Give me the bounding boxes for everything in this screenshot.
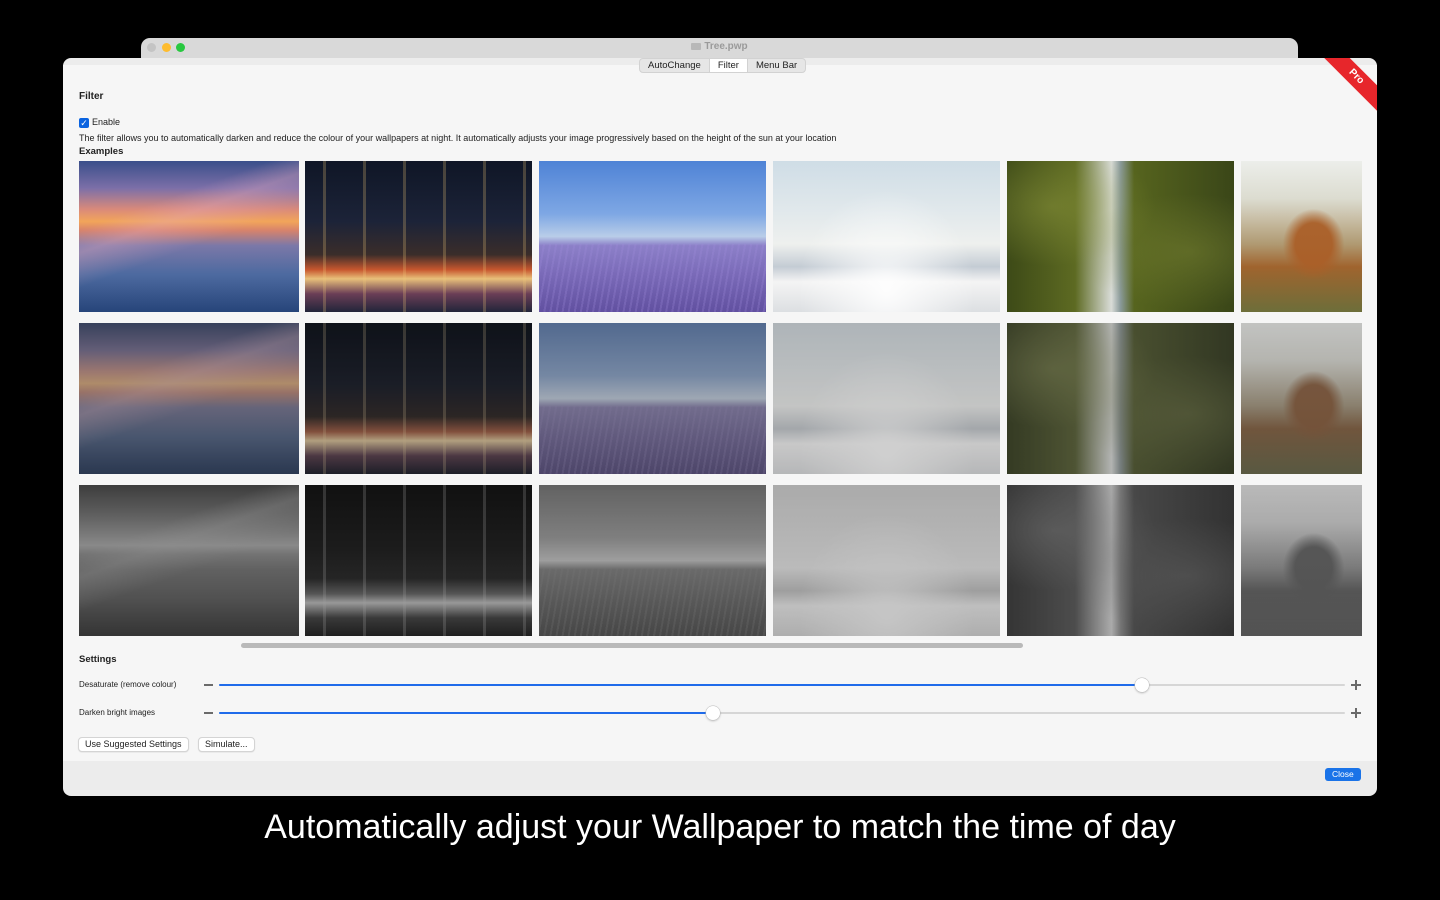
plus-icon — [1351, 680, 1361, 690]
desaturate-label: Desaturate (remove colour) — [79, 680, 177, 689]
tile-texture — [539, 568, 766, 636]
example-waterfall-canyon-fully-filtered — [1007, 485, 1234, 636]
darken-slider-row: Darken bright images — [79, 705, 1361, 721]
document-icon — [691, 42, 702, 50]
tile-texture — [305, 485, 532, 636]
example-lavender-field-fully-filtered — [539, 485, 766, 636]
tab-autochange[interactable]: AutoChange — [640, 59, 709, 72]
example-sunset-lake-original — [79, 161, 299, 312]
example-dog-flowers-original — [1241, 161, 1362, 312]
marketing-caption: Automatically adjust your Wallpaper to m… — [264, 808, 1176, 846]
tile-texture — [1007, 161, 1234, 312]
filter-panel: Filter ✓ Enable The filter allows you to… — [63, 65, 1377, 761]
settings-heading: Settings — [79, 654, 117, 665]
use-suggested-settings-button[interactable]: Use Suggested Settings — [78, 737, 189, 752]
window-title: Tree.pwp — [141, 41, 1298, 52]
tab-filter[interactable]: Filter — [708, 59, 748, 72]
examples-grid — [79, 161, 1362, 639]
tile-texture — [305, 161, 532, 312]
tile-texture — [79, 485, 299, 636]
example-lavender-field-original — [539, 161, 766, 312]
darken-fill — [219, 712, 714, 714]
tile-texture — [1241, 323, 1362, 474]
example-dog-flowers-fully-filtered — [1241, 485, 1362, 636]
example-city-night-traffic-fully-filtered — [305, 485, 532, 636]
tile-texture — [773, 161, 1000, 312]
filter-description: The filter allows you to automatically d… — [79, 133, 837, 143]
darken-knob[interactable] — [706, 706, 721, 720]
darken-slider[interactable] — [219, 706, 1345, 720]
tile-texture — [1241, 161, 1362, 312]
example-city-night-traffic-original — [305, 161, 532, 312]
minus-icon — [204, 684, 213, 686]
example-dog-flowers-partially-filtered — [1241, 323, 1362, 474]
desaturate-fill — [219, 684, 1143, 686]
example-lavender-field-partially-filtered — [539, 323, 766, 474]
tile-texture — [539, 244, 766, 312]
preferences-sheet: Filter ✓ Enable The filter allows you to… — [63, 58, 1377, 796]
desaturate-knob[interactable] — [1135, 678, 1150, 692]
example-clouds-sky-original — [773, 161, 1000, 312]
examples-heading: Examples — [79, 146, 124, 157]
close-button[interactable]: Close — [1325, 768, 1361, 781]
example-sunset-lake-partially-filtered — [79, 323, 299, 474]
tab-menu-bar[interactable]: Menu Bar — [748, 59, 805, 72]
horizontal-scrollbar[interactable] — [241, 643, 1023, 648]
example-clouds-sky-fully-filtered — [773, 485, 1000, 636]
desaturate-slider[interactable] — [219, 678, 1345, 692]
minus-icon — [204, 712, 213, 714]
example-sunset-lake-fully-filtered — [79, 485, 299, 636]
desaturate-slider-row: Desaturate (remove colour) — [79, 677, 1361, 693]
tile-texture — [773, 323, 1000, 474]
tile-texture — [1241, 485, 1362, 636]
example-waterfall-canyon-original — [1007, 161, 1234, 312]
enable-label: Enable — [92, 117, 121, 127]
tile-texture — [305, 323, 532, 474]
filter-heading: Filter — [79, 91, 104, 102]
tile-texture — [539, 406, 766, 474]
window-title-text: Tree.pwp — [704, 41, 748, 52]
tile-texture — [1007, 485, 1234, 636]
darken-label: Darken bright images — [79, 708, 156, 717]
tile-texture — [773, 485, 1000, 636]
tile-texture — [1007, 323, 1234, 474]
stage: Tree.pwp Filter ✓ Enable The filter allo… — [0, 0, 1440, 900]
example-waterfall-canyon-partially-filtered — [1007, 323, 1234, 474]
tile-texture — [79, 161, 299, 312]
example-clouds-sky-partially-filtered — [773, 323, 1000, 474]
simulate-button[interactable]: Simulate... — [198, 737, 255, 752]
enable-checkbox[interactable]: ✓ — [79, 118, 89, 128]
tile-texture — [79, 323, 299, 474]
example-city-night-traffic-partially-filtered — [305, 323, 532, 474]
plus-icon — [1351, 708, 1361, 718]
tab-control: AutoChange Filter Menu Bar — [639, 58, 807, 73]
